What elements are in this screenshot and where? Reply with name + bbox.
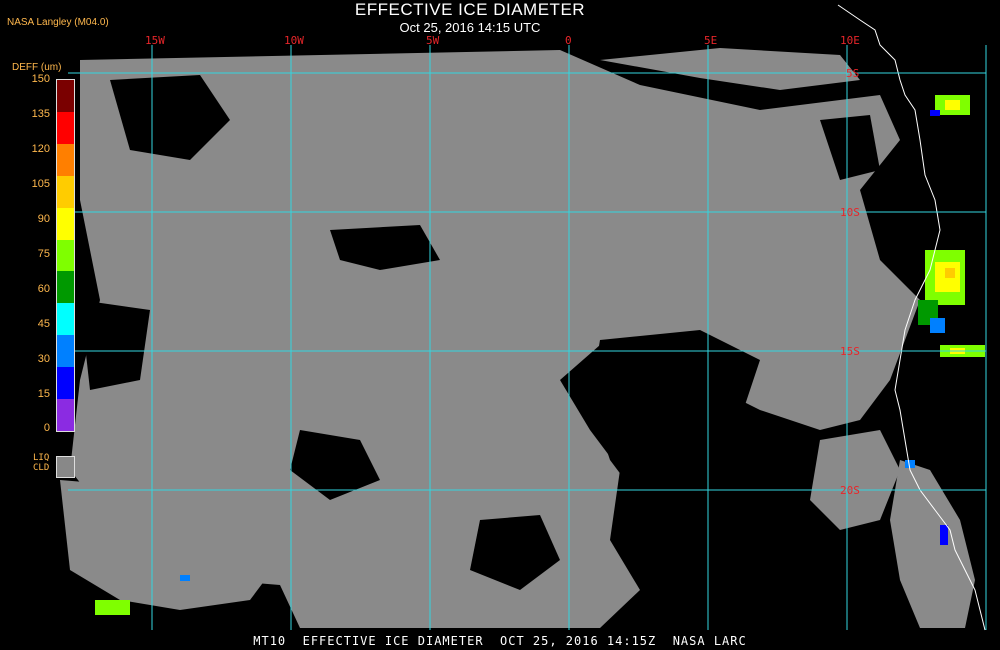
legend-tick: 15 [37, 388, 50, 400]
legend-tick: 135 [31, 108, 50, 120]
color-scale-segment [57, 335, 74, 368]
color-scale-segment [57, 111, 74, 144]
lat-label-20s: 20S [840, 484, 860, 497]
legend-title: DEFF (um) [12, 62, 62, 73]
color-scale-bar [56, 79, 75, 432]
lon-label-5e: 5E [704, 34, 717, 47]
legend-tick: 150 [31, 73, 50, 85]
legend-tick: 60 [37, 283, 50, 295]
color-scale-segment [57, 367, 74, 400]
color-scale-segment [57, 303, 74, 336]
map-timestamp: Oct 25, 2016 14:15 UTC [399, 20, 541, 35]
lon-label-10e: 10E [840, 34, 860, 47]
lon-label-0: 0 [565, 34, 572, 47]
lat-label-5s: 5S [846, 67, 859, 80]
liquid-cloud-swatch [56, 456, 75, 478]
legend-tick: 0 [43, 422, 50, 434]
liquid-cloud-label-line1: LIQ [33, 453, 50, 463]
color-scale-segment [57, 271, 74, 304]
lon-label-5w: 5W [426, 34, 440, 47]
satellite-map: 15W 10W 5W 0 5E 10E 5S 10S 15S 20S [60, 4, 987, 631]
data-source-label: NASA Langley (M04.0) [7, 17, 109, 28]
legend-tick: 75 [37, 248, 50, 260]
color-scale-segment [57, 175, 74, 208]
lon-label-15w: 15W [145, 34, 165, 47]
color-scale-segment [57, 143, 74, 176]
color-scale-segment [57, 207, 74, 240]
color-scale-segment [57, 399, 74, 431]
lon-label-10w: 10W [284, 34, 304, 47]
lat-label-15s: 15S [840, 345, 860, 358]
map-title: EFFECTIVE ICE DIAMETER [354, 0, 586, 19]
liquid-cloud-label: LIQ CLD [33, 453, 49, 473]
legend-tick: 105 [31, 178, 50, 190]
legend-tick: 45 [37, 318, 50, 330]
legend-tick: 120 [31, 143, 50, 155]
liquid-cloud-label-line2: CLD [33, 463, 50, 473]
color-scale-segment [57, 80, 74, 112]
legend-tick: 30 [37, 353, 50, 365]
color-scale-segment [57, 239, 74, 272]
legend-tick: 90 [37, 213, 50, 225]
lat-label-10s: 10S [840, 206, 860, 219]
footer-caption: MT10 EFFECTIVE ICE DIAMETER OCT 25, 2016… [253, 634, 747, 648]
